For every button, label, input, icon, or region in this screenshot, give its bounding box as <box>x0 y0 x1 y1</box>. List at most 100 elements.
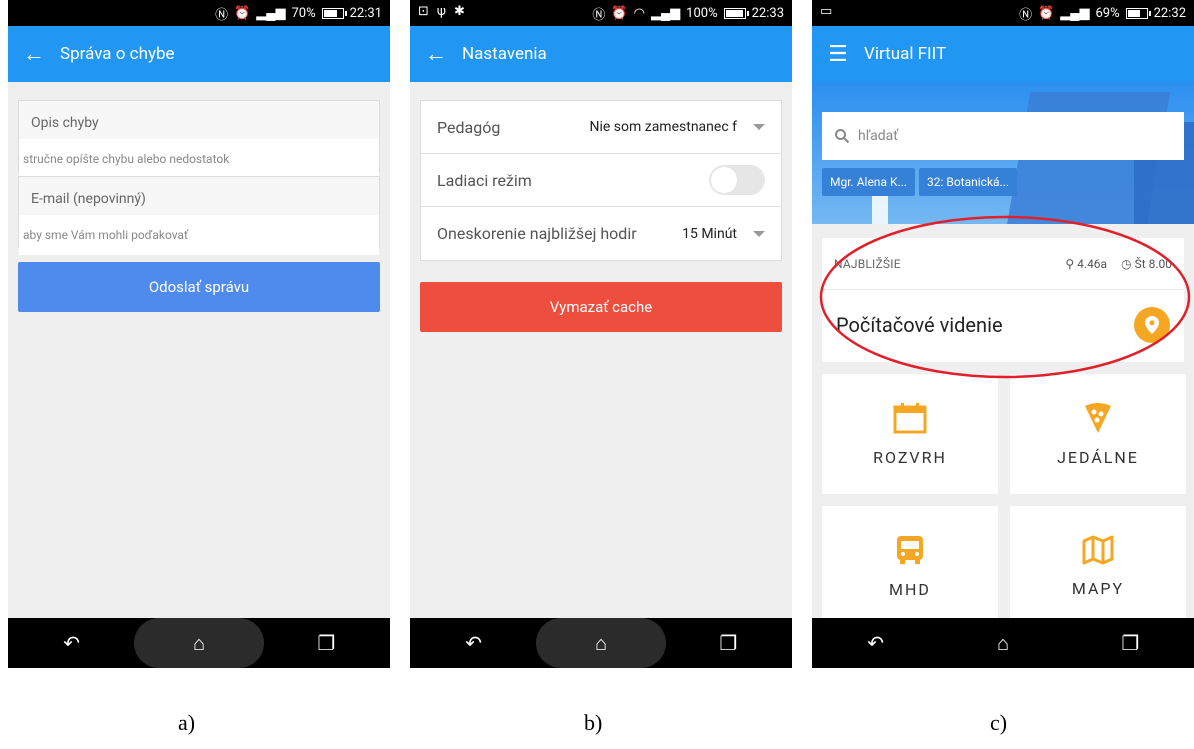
email-field-card: E-mail (nepovinný) aby sme Vám mohli poď… <box>18 176 380 255</box>
class-time: Št 8.00 <box>1134 256 1172 271</box>
battery-percent: 69% <box>1095 5 1120 21</box>
notification-icons: ⊡ ψ ✱ <box>418 4 465 19</box>
back-arrow-icon[interactable]: ← <box>410 41 462 67</box>
next-class-body: Počítačové videnie <box>822 290 1184 360</box>
home-nav-icon[interactable]: ⌂ <box>571 631 631 656</box>
debug-mode-row[interactable]: Ladiaci režim <box>421 154 781 207</box>
clock-icon: ◷ <box>1121 256 1132 271</box>
description-input[interactable]: stručne opíšte chybu alebo nedostatok <box>19 139 379 179</box>
pizza-icon <box>1085 402 1111 433</box>
nfc-icon: Ⓝ <box>1019 7 1033 23</box>
status-bar: ▭ Ⓝ ⏰ ▂▄▆ 69% 22:32 <box>812 0 1194 26</box>
debug-mode-toggle[interactable] <box>709 165 765 195</box>
teacher-label: Pedagóg <box>437 117 501 137</box>
back-nav-icon[interactable]: ↶ <box>42 631 102 655</box>
nav-bar: ↶ ⌂ ❐ <box>812 618 1194 668</box>
battery-icon <box>321 7 347 19</box>
home-nav-icon[interactable]: ⌂ <box>973 631 1033 656</box>
recent-chips: Mgr. Alena K... 32: Botanická... <box>822 168 1018 196</box>
navigate-button[interactable] <box>1134 307 1170 343</box>
room-meta: ⚲ 4.46a <box>1065 257 1107 271</box>
tile-maps[interactable]: MAPY <box>1010 506 1186 626</box>
back-arrow-icon[interactable]: ← <box>8 41 60 67</box>
next-class-label: NAJBLIŽŠIE <box>834 256 901 271</box>
search-input[interactable]: hľadať <box>858 128 898 144</box>
alarm-icon: ⏰ <box>611 5 628 21</box>
tile-label: JEDÁLNE <box>1057 447 1139 467</box>
next-class-card[interactable]: NAJBLIŽŠIE ⚲ 4.46a ◷ Št 8.00 Počítačové … <box>822 238 1184 362</box>
tile-canteens[interactable]: JEDÁLNE <box>1010 374 1186 494</box>
map-pin-icon <box>1145 316 1159 334</box>
teacher-select-value[interactable]: Nie som zamestnanec f <box>590 119 738 135</box>
caption-b: b) <box>584 710 603 735</box>
recent-chip[interactable]: Mgr. Alena K... <box>822 168 915 196</box>
tile-public-transport[interactable]: MHD <box>822 506 998 626</box>
signal-icon: ▂▄▆ <box>256 6 286 21</box>
next-class-header: NAJBLIŽŠIE ⚲ 4.46a ◷ Št 8.00 <box>822 238 1184 290</box>
app-bar: ☰ Virtual FIIT <box>812 26 1194 82</box>
recents-nav-icon[interactable]: ❐ <box>698 631 758 655</box>
phone-screen-a: Ⓝ ⏰ ▂▄▆ 70% 22:31 ← Správa o chybe Opis … <box>8 0 390 668</box>
delay-setting-row[interactable]: Oneskorenie najbližšej hodir 15 Minút <box>421 207 781 260</box>
app-title: Virtual FIIT <box>864 44 947 64</box>
dropdown-caret-icon[interactable] <box>753 124 765 130</box>
usb-icon: ψ <box>436 4 447 19</box>
app-bar: ← Správa o chybe <box>8 26 390 82</box>
bus-icon <box>897 535 923 564</box>
alarm-icon: ⏰ <box>1038 5 1055 21</box>
email-label: E-mail (nepovinný) <box>31 191 146 207</box>
tile-label: MAPY <box>1071 578 1125 598</box>
map-icon <box>1082 535 1114 564</box>
hamburger-menu-icon[interactable]: ☰ <box>812 42 864 67</box>
calendar-icon <box>893 402 927 433</box>
debug-mode-label: Ladiaci režim <box>437 170 532 190</box>
home-nav-icon[interactable]: ⌂ <box>169 631 229 656</box>
caption-a: a) <box>178 710 196 735</box>
nfc-icon: Ⓝ <box>215 7 229 23</box>
android-icon: ✱ <box>454 4 465 19</box>
delay-select-value[interactable]: 15 Minút <box>682 226 737 242</box>
battery-percent: 100% <box>686 5 718 21</box>
teacher-setting-row[interactable]: Pedagóg Nie som zamestnanec f <box>421 101 781 154</box>
status-bar: ⊡ ψ ✱ Ⓝ ⏰ ◠ ▂▄▆ 100% 22:33 <box>410 0 792 26</box>
tile-label: MHD <box>889 579 931 599</box>
description-label: Opis chyby <box>31 115 99 131</box>
wifi-icon: ◠ <box>633 5 645 21</box>
page-title: Nastavenia <box>462 44 547 64</box>
phone-screen-c: ▭ Ⓝ ⏰ ▂▄▆ 69% 22:32 ☰ Virtual FIIT hľada… <box>812 0 1194 668</box>
delay-label: Oneskorenie najbližšej hodir <box>437 224 637 243</box>
time-meta: ◷ Št 8.00 <box>1121 257 1172 271</box>
phone-screen-b: ⊡ ψ ✱ Ⓝ ⏰ ◠ ▂▄▆ 100% 22:33 ← Nastavenia … <box>410 0 792 668</box>
notification-icons: ▭ <box>820 4 832 19</box>
clear-cache-button[interactable]: Vymazať cache <box>420 282 782 332</box>
nav-bar: ↶ ⌂ ❐ <box>410 618 792 668</box>
room-number: 4.46a <box>1077 256 1108 271</box>
dropdown-caret-icon[interactable] <box>753 230 765 237</box>
recent-chip[interactable]: 32: Botanická... <box>918 168 1018 196</box>
hero-banner: hľadať Mgr. Alena K... 32: Botanická... <box>812 82 1194 224</box>
send-report-button[interactable]: Odoslať správu <box>18 262 380 312</box>
caption-c: c) <box>990 710 1008 735</box>
clock: 22:32 <box>1153 5 1186 21</box>
tile-schedule[interactable]: ROZVRH <box>822 374 998 494</box>
email-input[interactable]: aby sme Vám mohli poďakovať <box>19 215 379 255</box>
clock: 22:33 <box>751 5 784 21</box>
search-bar[interactable]: hľadať <box>822 112 1184 160</box>
nav-bar: ↶ ⌂ ❐ <box>8 618 390 668</box>
image-icon: ▭ <box>820 4 833 19</box>
location-pin-icon: ⚲ <box>1065 256 1075 271</box>
nfc-icon: Ⓝ <box>592 7 606 23</box>
battery-icon <box>723 7 749 19</box>
search-icon <box>835 129 850 144</box>
back-nav-icon[interactable]: ↶ <box>444 631 504 655</box>
battery-icon <box>1125 7 1151 19</box>
recents-nav-icon[interactable]: ❐ <box>296 631 356 655</box>
alarm-icon: ⏰ <box>234 5 251 21</box>
app-bar: ← Nastavenia <box>410 26 792 82</box>
course-name: Počítačové videnie <box>836 313 1003 337</box>
back-nav-icon[interactable]: ↶ <box>846 631 906 655</box>
description-field-card: Opis chyby stručne opíšte chybu alebo ne… <box>18 100 380 179</box>
recents-nav-icon[interactable]: ❐ <box>1100 631 1160 655</box>
signal-icon: ▂▄▆ <box>1060 6 1090 21</box>
status-bar: Ⓝ ⏰ ▂▄▆ 70% 22:31 <box>8 0 390 26</box>
